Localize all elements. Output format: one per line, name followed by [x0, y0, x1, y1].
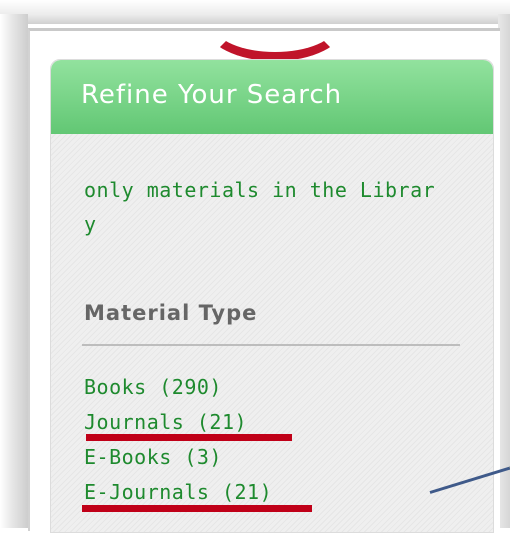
journals-red-underline	[86, 434, 292, 441]
section-divider	[82, 344, 460, 346]
library-materials-filter-link[interactable]: only materials in the Library	[84, 173, 444, 241]
frame-left-shadow	[0, 14, 28, 528]
e-journals-red-underline	[82, 505, 312, 512]
facet-e-books[interactable]: E-Books (3)	[84, 440, 272, 475]
material-type-heading: Material Type	[84, 301, 257, 325]
red-circle-annotation	[206, 0, 344, 61]
facet-books[interactable]: Books (290)	[84, 370, 272, 405]
page-viewport: Refine Your Search only materials in the…	[28, 28, 500, 531]
panel-title: Refine Your Search	[81, 80, 342, 110]
panel-header: Refine Your Search	[51, 60, 493, 134]
